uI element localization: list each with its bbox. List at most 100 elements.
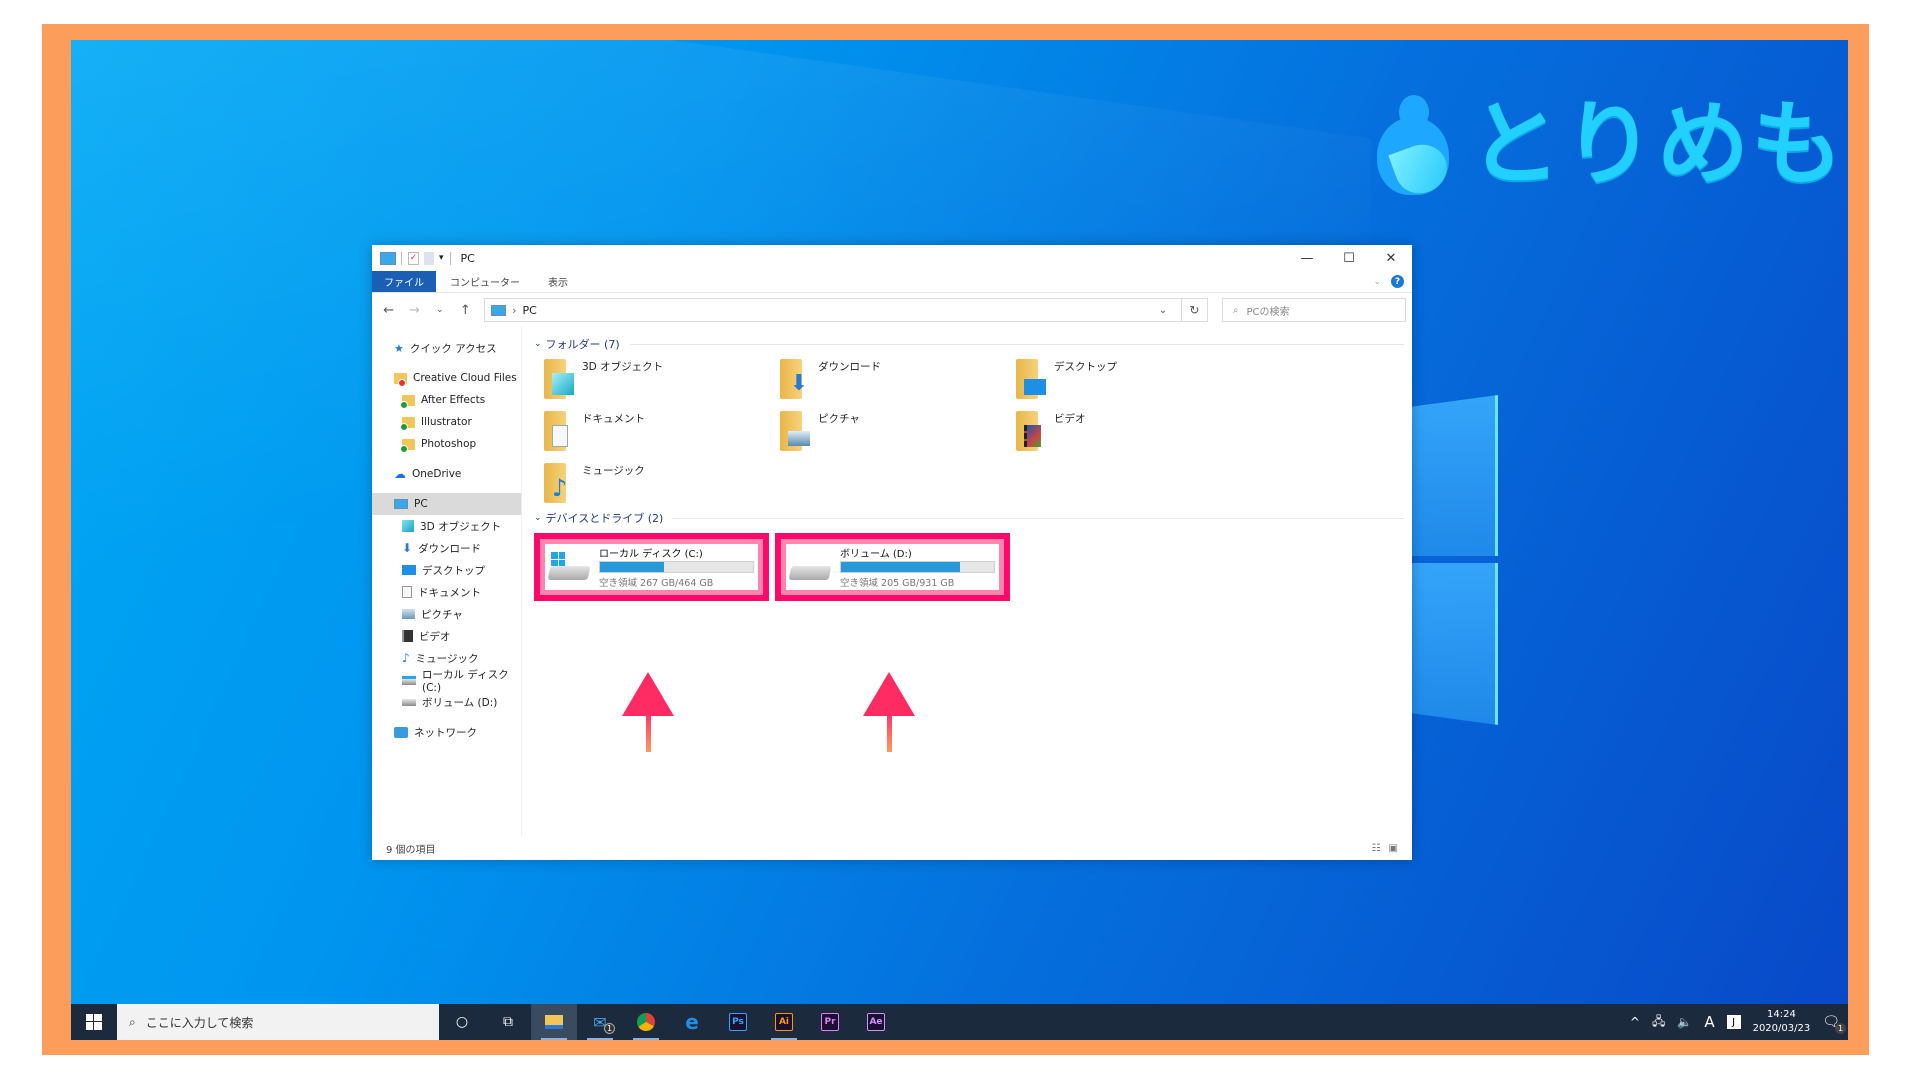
drive-item[interactable]: ボリューム (D:) 空き領域 205 GB/931 GB [781, 539, 1004, 595]
taskbar-search-box[interactable]: ⌕ ここに入力して検索 [117, 1004, 439, 1040]
taskbar-chrome-button[interactable]: ◉ [623, 1004, 669, 1040]
sidebar-item-label: ドキュメント [418, 586, 481, 599]
sidebar-item-onedrive[interactable]: ☁ OneDrive [372, 463, 521, 485]
up-button[interactable]: ↑ [455, 303, 477, 318]
taskbar-file-explorer-button[interactable]: 📁 [531, 1004, 577, 1040]
sidebar-item-c[interactable]: ローカル ディスク (C:) [372, 669, 521, 694]
network-icon[interactable]: 🖧 [1652, 1012, 1665, 1033]
tab-computer[interactable]: コンピューター [436, 271, 534, 292]
show-hidden-icons-chevron[interactable]: ^ [1630, 1015, 1640, 1029]
separator [401, 251, 402, 265]
tab-file[interactable]: ファイル [372, 271, 436, 292]
taskbar-premiere-button[interactable]: Pr [807, 1004, 853, 1040]
close-button[interactable]: ✕ [1370, 245, 1412, 271]
clock-date: 2020/03/23 [1752, 1023, 1811, 1034]
local-disk-icon [402, 675, 416, 685]
drive-highlight-box: ローカル ディスク (C:) 空き領域 267 GB/464 GB [534, 533, 769, 601]
sidebar-item-creative-cloud-files[interactable]: Creative Cloud Files [372, 367, 521, 389]
taskbar-after-effects-button[interactable]: Ae [853, 1004, 899, 1040]
folder-item[interactable]: ピクチャ [780, 411, 1016, 451]
maximize-button[interactable]: ☐ [1328, 245, 1370, 271]
drives-group-header[interactable]: ⌄ デバイスとドライブ (2) [534, 509, 1404, 527]
taskbar-search-placeholder: ここに入力して検索 [145, 1015, 254, 1030]
search-input[interactable]: ⌕ PCの検索 [1221, 298, 1406, 322]
clock[interactable]: 14:24 2020/03/23 [1753, 1008, 1811, 1036]
back-button[interactable]: ← [378, 303, 400, 318]
customize-quick-access-icon[interactable]: ▾ [439, 253, 444, 263]
synced-folder-icon [400, 438, 415, 453]
item-count: 9 個の項目 [386, 844, 436, 856]
divider [629, 343, 1404, 345]
sidebar-item-network[interactable]: ネットワーク [372, 721, 521, 743]
minimize-button[interactable]: — [1286, 245, 1328, 271]
edge-icon: e [685, 1010, 699, 1034]
synced-folder-icon [400, 416, 415, 431]
annotation-arrow-d [863, 672, 915, 752]
drive-icon [402, 698, 416, 706]
system-drive-icon [547, 552, 591, 582]
sidebar-item-label: デスクトップ [422, 564, 485, 577]
expand-ribbon-chevron-icon[interactable]: ⌄ [1373, 277, 1381, 287]
taskbar-task-view-button[interactable]: ⧉ [485, 1004, 531, 1040]
breadcrumb-pc[interactable]: PC [522, 304, 536, 317]
details-view-icon[interactable]: ☷ [1372, 843, 1381, 854]
mail-badge: 1 [604, 1023, 615, 1034]
notification-count-badge: 1 [1835, 1023, 1846, 1034]
properties-icon[interactable]: ✓ [408, 251, 419, 265]
sidebar-item-desktop[interactable]: デスクトップ [372, 559, 521, 581]
site-logo: とりめも [1377, 91, 1846, 201]
logo-text: とりめも [1469, 91, 1846, 198]
forward-button[interactable]: → [404, 303, 426, 318]
help-icon[interactable]: ? [1391, 275, 1404, 288]
address-history-chevron-icon[interactable]: ⌄ [1151, 305, 1175, 316]
folder-item[interactable]: ドキュメント [544, 411, 780, 451]
large-icons-view-icon[interactable]: ▣ [1389, 843, 1398, 854]
photoshop-icon: Ps [729, 1013, 747, 1031]
sidebar-item-3d[interactable]: 3D オブジェクト [372, 515, 521, 537]
start-button[interactable] [71, 1004, 117, 1040]
divider [673, 517, 1404, 519]
music-folder-icon: ♪ [544, 463, 574, 503]
folder-item[interactable]: 3D オブジェクト [544, 359, 780, 399]
window-title: PC [460, 251, 475, 265]
sidebar-item-document[interactable]: ドキュメント [372, 581, 521, 603]
sidebar-item-pc[interactable]: PC [372, 493, 521, 515]
collapse-chevron-icon: ⌄ [534, 513, 542, 523]
sidebar-item-after-effects[interactable]: After Effects [372, 389, 521, 411]
ime-mode-indicator[interactable]: A [1704, 1013, 1714, 1031]
drive-item[interactable]: ローカル ディスク (C:) 空き領域 267 GB/464 GB [540, 539, 763, 595]
new-folder-icon[interactable] [424, 251, 434, 265]
folder-label: ダウンロード [818, 361, 881, 373]
volume-icon[interactable]: 🔈 [1677, 1015, 1692, 1029]
folder-item[interactable]: ♪ ミュージック [544, 463, 780, 503]
folders-group-header[interactable]: ⌄ フォルダー (7) [534, 335, 1404, 353]
sidebar-item-star[interactable]: ★ クイック アクセス [372, 337, 521, 359]
ime-j-icon[interactable]: J [1726, 1015, 1741, 1029]
recent-locations-chevron-icon[interactable]: ⌄ [429, 305, 451, 315]
folders-group-label: フォルダー (7) [545, 338, 620, 351]
windows-start-icon [86, 1014, 102, 1030]
sidebar-item-download[interactable]: ⬇ ダウンロード [372, 537, 521, 559]
separator [449, 251, 451, 265]
sidebar-item-photoshop[interactable]: Photoshop [372, 433, 521, 455]
sidebar-item-video[interactable]: ビデオ [372, 625, 521, 647]
folder-item[interactable]: デスクトップ [1016, 359, 1252, 399]
cortana-icon: ○ [455, 1014, 469, 1030]
drive-free-space: 空き領域 205 GB/931 GB [840, 578, 955, 589]
tab-view[interactable]: 表示 [534, 271, 582, 292]
folder-item[interactable]: ⬇ ダウンロード [780, 359, 1016, 399]
downloads-folder-icon: ⬇ [780, 359, 810, 399]
address-bar[interactable]: › PC ⌄ ↻ [484, 298, 1208, 322]
action-center-icon[interactable]: 🗨 1 [1822, 1014, 1846, 1034]
sidebar-item-d[interactable]: ボリューム (D:) [372, 691, 521, 713]
sidebar-item-illustrator[interactable]: Illustrator [372, 411, 521, 433]
sidebar-item-pictures[interactable]: ピクチャ [372, 603, 521, 625]
taskbar-mail-button[interactable]: ✉ 1 [577, 1004, 623, 1040]
refresh-button[interactable]: ↻ [1180, 299, 1207, 321]
taskbar-cortana-button[interactable]: ○ [439, 1004, 485, 1040]
taskbar-photoshop-button[interactable]: Ps [715, 1004, 761, 1040]
annotation-arrow-c [622, 672, 674, 752]
taskbar-edge-button[interactable]: e [669, 1004, 715, 1040]
taskbar-illustrator-button[interactable]: Ai [761, 1004, 807, 1040]
folder-item[interactable]: ビデオ [1016, 411, 1252, 451]
